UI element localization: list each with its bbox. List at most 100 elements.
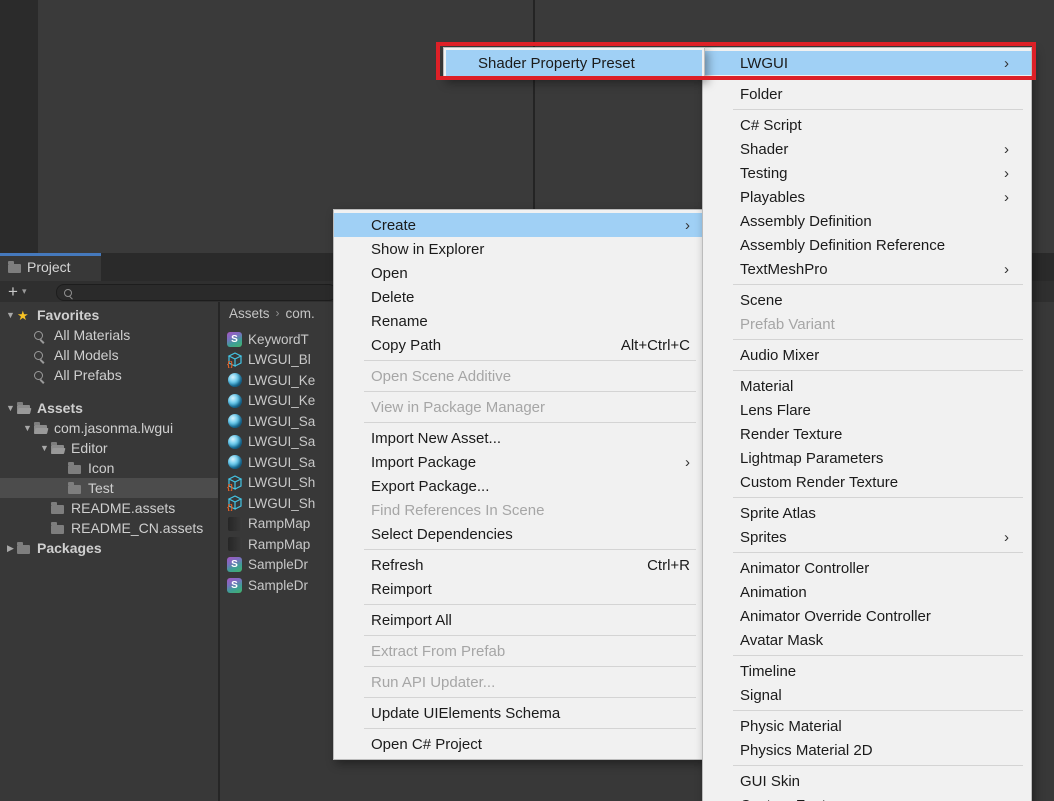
menu-item[interactable]: Animator Controller — [703, 556, 1031, 580]
menu-item[interactable]: Assembly Definition — [703, 209, 1031, 233]
tree-item-icon: ★ — [17, 309, 37, 322]
menu-item-label: Material — [740, 378, 981, 395]
menu-item[interactable]: View in Package Manager — [334, 395, 704, 419]
menu-item[interactable]: GUI Skin — [703, 769, 1031, 793]
menu-item[interactable]: Folder — [703, 82, 1031, 106]
tree-item[interactable]: Icon — [0, 458, 218, 478]
tree-item[interactable]: ▼ Assets — [0, 398, 218, 418]
menu-item[interactable]: Render Texture — [703, 422, 1031, 446]
menu-item[interactable]: Animator Override Controller — [703, 604, 1031, 628]
tree-item[interactable]: ▼ com.jasonma.lwgui — [0, 418, 218, 438]
menu-item[interactable]: Sprites › — [703, 525, 1031, 549]
menu-item-label: Shader — [740, 141, 966, 158]
menu-item[interactable]: Lens Flare — [703, 398, 1031, 422]
foldout-arrow-icon[interactable]: ▼ — [21, 423, 34, 433]
foldout-arrow-icon[interactable]: ▼ — [4, 403, 17, 413]
menu-item[interactable]: Audio Mixer — [703, 343, 1031, 367]
breadcrumb-current[interactable]: com. — [286, 306, 315, 321]
menu-item[interactable]: Run API Updater... — [334, 670, 704, 694]
folder-icon — [51, 525, 64, 534]
menu-item[interactable]: Physic Material — [703, 714, 1031, 738]
menu-item[interactable]: Import Package › — [334, 450, 704, 474]
menu-item[interactable]: Physics Material 2D — [703, 738, 1031, 762]
material-asset-icon — [228, 394, 242, 408]
menu-item[interactable]: Material — [703, 374, 1031, 398]
menu-item — [703, 106, 1031, 113]
menu-item[interactable]: Lightmap Parameters — [703, 446, 1031, 470]
menu-item[interactable]: Find References In Scene — [334, 498, 704, 522]
foldout-arrow-icon[interactable]: ▶ — [4, 543, 17, 554]
tree-item[interactable]: README_CN.assets — [0, 518, 218, 538]
menu-item[interactable]: Reimport — [334, 577, 704, 601]
search-input[interactable] — [56, 284, 337, 301]
tree-item[interactable]: ▼ Editor — [0, 438, 218, 458]
menu-item[interactable]: C# Script — [703, 113, 1031, 137]
menu-item[interactable]: Open C# Project — [334, 732, 704, 756]
asset-icon-slot — [226, 577, 243, 594]
menu-item[interactable]: Rename — [334, 309, 704, 333]
menu-item[interactable]: TextMeshPro › — [703, 257, 1031, 281]
menu-item[interactable]: Playables › — [703, 185, 1031, 209]
chevron-down-icon[interactable]: ▾ — [22, 286, 27, 297]
menu-item[interactable]: Custom Font — [703, 793, 1031, 801]
menu-item[interactable]: Show in Explorer — [334, 237, 704, 261]
menu-item[interactable]: Custom Render Texture — [703, 470, 1031, 494]
shader-asset-icon: {} — [227, 495, 243, 511]
foldout-arrow-icon[interactable]: ▼ — [4, 310, 17, 320]
foldout-arrow-icon[interactable]: ▼ — [38, 443, 51, 453]
asset-icon-slot — [226, 556, 243, 573]
menu-item[interactable]: Avatar Mask — [703, 628, 1031, 652]
menu-item[interactable]: Reimport All — [334, 608, 704, 632]
menu-item-label: Reimport — [371, 581, 662, 598]
menu-item[interactable]: Import New Asset... — [334, 426, 704, 450]
tree-item[interactable]: README.assets — [0, 498, 218, 518]
menu-item[interactable]: Copy Path Alt+Ctrl+C — [334, 333, 704, 357]
menu-item[interactable]: Delete — [334, 285, 704, 309]
asset-icon-slot — [226, 413, 243, 430]
menu-item — [334, 725, 704, 732]
menu-item-label: Folder — [740, 86, 981, 103]
asset-label: LWGUI_Ke — [248, 373, 315, 388]
menu-item[interactable]: Scene — [703, 288, 1031, 312]
tree-item[interactable]: Test — [0, 478, 218, 498]
menu-item[interactable]: Shader › — [703, 137, 1031, 161]
tree-item[interactable]: All Models — [0, 345, 218, 365]
menu-item[interactable]: Testing › — [703, 161, 1031, 185]
tab-project[interactable]: Project — [0, 253, 101, 281]
menu-item-label: Sprite Atlas — [740, 505, 981, 522]
tree-item[interactable]: All Materials — [0, 325, 218, 345]
material-asset-icon — [228, 414, 242, 428]
menu-item-label: Custom Font — [740, 797, 981, 801]
folder-icon — [68, 485, 81, 494]
tree-item[interactable]: ▶ Packages — [0, 538, 218, 558]
menu-item-label: Create — [371, 217, 647, 234]
menu-item[interactable]: Timeline — [703, 659, 1031, 683]
tree-item-label: All Models — [54, 347, 119, 363]
project-tree: ▼ ★ Favorites All Materials All Models — [0, 302, 218, 801]
menu-item[interactable]: Create › — [334, 213, 704, 237]
menu-item[interactable]: Refresh Ctrl+R — [334, 553, 704, 577]
menu-item[interactable]: Open Scene Additive — [334, 364, 704, 388]
texture-asset-icon — [228, 537, 242, 551]
breadcrumb-root[interactable]: Assets — [229, 306, 270, 321]
menu-item[interactable]: Open — [334, 261, 704, 285]
menu-item[interactable]: Extract From Prefab — [334, 639, 704, 663]
menu-item — [703, 707, 1031, 714]
menu-item[interactable]: Export Package... — [334, 474, 704, 498]
menu-item — [334, 663, 704, 670]
tree-item[interactable]: ▼ ★ Favorites — [0, 305, 218, 325]
tree-item-icon — [17, 543, 37, 554]
menu-item-label: Reimport All — [371, 612, 662, 629]
menu-item[interactable]: Animation — [703, 580, 1031, 604]
add-asset-button[interactable]: + — [8, 283, 18, 300]
menu-item[interactable]: Sprite Atlas — [703, 501, 1031, 525]
tree-item[interactable]: All Prefabs — [0, 365, 218, 385]
menu-item[interactable]: Prefab Variant — [703, 312, 1031, 336]
menu-item[interactable]: Select Dependencies — [334, 522, 704, 546]
menu-item[interactable]: Update UIElements Schema — [334, 701, 704, 725]
menu-item[interactable]: Signal — [703, 683, 1031, 707]
menu-item-label: Signal — [740, 687, 981, 704]
menu-item-label: Playables — [740, 189, 966, 206]
menu-item[interactable]: Assembly Definition Reference — [703, 233, 1031, 257]
menu-item-shortcut: Alt+Ctrl+C — [621, 337, 690, 354]
